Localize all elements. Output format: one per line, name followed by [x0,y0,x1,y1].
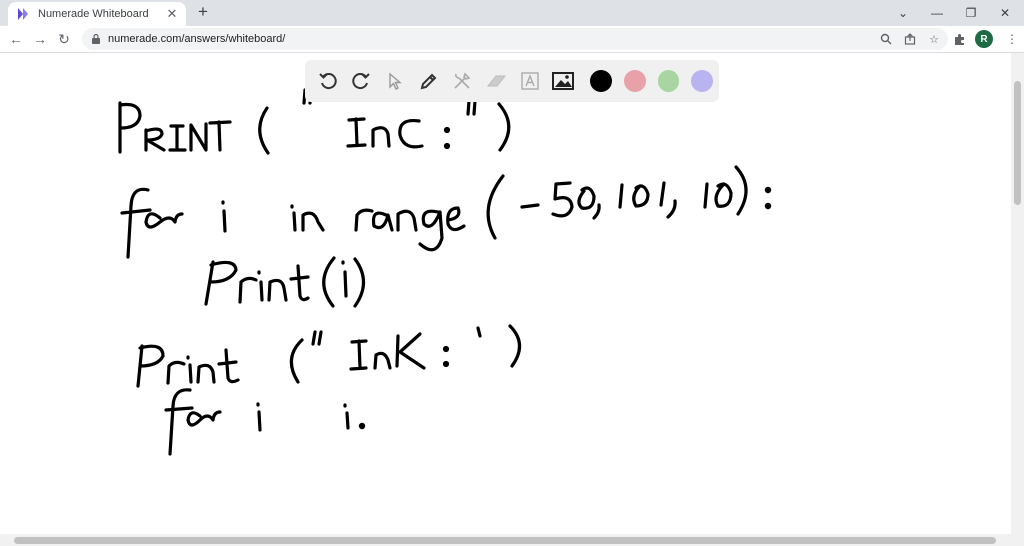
handwriting-line-3 [204,256,366,308]
new-tab-button[interactable]: + [194,2,212,21]
tab-search-chevron-icon[interactable]: ⌄ [886,0,920,26]
handwriting-line-5 [164,388,366,456]
pen-icon[interactable] [412,64,446,98]
menu-kebab-icon[interactable]: ⋮ [1003,30,1021,48]
tools-icon[interactable] [446,64,480,98]
url-text: numerade.com/answers/whiteboard/ [108,33,286,45]
handwriting-layer [118,88,772,456]
horizontal-scroll-thumb[interactable] [14,537,996,544]
numerade-logo-icon [16,7,30,21]
browser-toolbar: ← → ↻ numerade.com/answers/whiteboard/ ☆… [0,26,1024,53]
vertical-scroll-thumb[interactable] [1014,81,1021,205]
whiteboard-canvas[interactable] [0,53,1011,534]
horizontal-scrollbar[interactable] [0,534,1024,546]
share-icon[interactable] [900,29,920,49]
extensions-icon[interactable] [950,30,968,48]
profile-avatar[interactable]: R [975,30,993,48]
text-icon[interactable] [513,64,547,98]
redo-icon[interactable] [345,64,379,98]
whiteboard-toolbar [305,60,719,102]
forward-button[interactable]: → [30,30,50,48]
tab-strip: Numerade Whiteboard ✕ + ⌄ — ❐ ✕ [0,0,1024,26]
color-swatch-black[interactable] [590,70,612,92]
handwriting-line-2 [120,165,772,259]
eraser-icon[interactable] [479,64,513,98]
lock-icon [92,34,100,44]
bookmark-star-icon[interactable]: ☆ [924,29,944,49]
tab-numerade-whiteboard[interactable]: Numerade Whiteboard ✕ [8,2,186,26]
pointer-icon[interactable] [378,64,412,98]
zoom-icon[interactable] [876,29,896,49]
image-icon[interactable] [546,64,580,98]
restore-button[interactable]: ❐ [954,0,988,26]
reload-button[interactable]: ↻ [54,30,74,48]
vertical-scrollbar[interactable] [1011,53,1024,534]
color-swatch-pink[interactable] [623,70,646,92]
close-window-button[interactable]: ✕ [988,0,1022,26]
undo-icon[interactable] [311,64,345,98]
close-tab-icon[interactable]: ✕ [164,6,180,22]
color-swatch-green[interactable] [657,70,680,92]
minimize-button[interactable]: — [920,0,954,26]
address-bar[interactable]: numerade.com/answers/whiteboard/ ☆ [82,28,948,50]
color-swatch-purple[interactable] [691,70,713,92]
tab-title: Numerade Whiteboard [38,8,149,20]
back-button[interactable]: ← [6,30,26,48]
handwriting-line-4 [136,324,522,388]
